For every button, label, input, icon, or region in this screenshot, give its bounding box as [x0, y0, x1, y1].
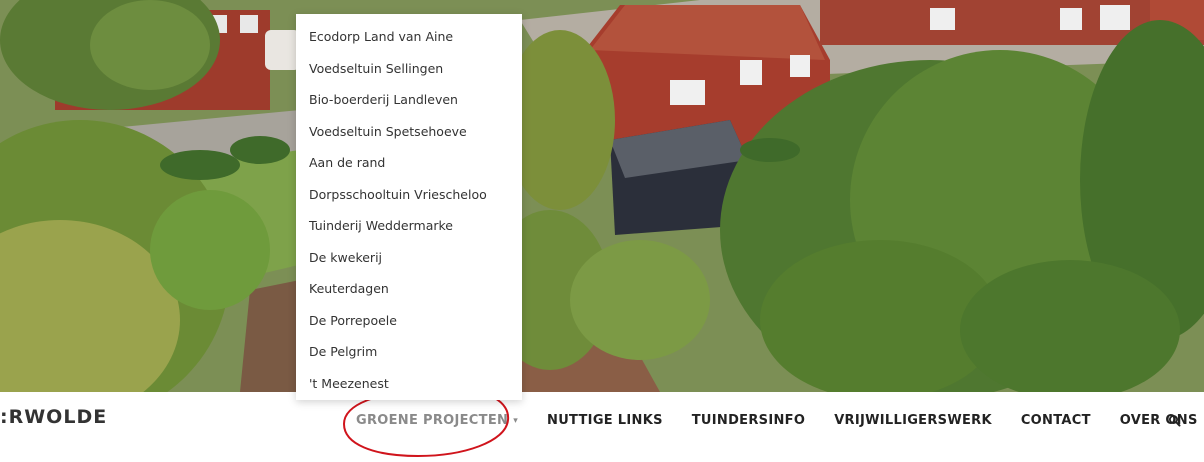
dropdown-item[interactable]: De Porrepoele — [296, 305, 522, 337]
nav-item-label: OVER ONS — [1119, 413, 1198, 428]
dropdown-item[interactable]: Voedseltuin Spetsehoeve — [296, 116, 522, 148]
nav-item-vrijwilligerswerk[interactable]: VRIJWILLIGERSWERK — [834, 413, 992, 428]
dropdown-item[interactable]: 't Meezenest — [296, 368, 522, 400]
dropdown-item[interactable]: Aan de rand — [296, 147, 522, 179]
hero-aerial-photo — [0, 0, 1204, 392]
nav-item-over-ons[interactable]: OVER ONS — [1120, 413, 1198, 428]
dropdown-item[interactable]: De Pelgrim — [296, 336, 522, 368]
dropdown-item[interactable]: Keuterdagen — [296, 273, 522, 305]
main-menu: GROENE PROJECTEN ▾ NUTTIGE LINKS TUINDERS… — [356, 413, 1204, 428]
nav-item-label: VRIJWILLIGERSWERK — [834, 413, 992, 428]
dropdown-item[interactable]: De kwekerij — [296, 242, 522, 274]
dropdown-item[interactable]: Dorpsschooltuin Vriescheloo — [296, 179, 522, 211]
dropdown-item[interactable]: Bio-boerderij Landleven — [296, 84, 522, 116]
search-icon[interactable] — [1168, 414, 1182, 428]
main-navbar: :RWOLDE GROENE PROJECTEN ▾ NUTTIGE LINKS … — [0, 392, 1204, 462]
dropdown-item[interactable]: Voedseltuin Sellingen — [296, 53, 522, 85]
nav-item-label: GROENE PROJECTEN — [356, 413, 509, 428]
nav-item-nuttige-links[interactable]: NUTTIGE LINKS — [547, 413, 663, 428]
hero-photo-illustration — [0, 0, 1204, 392]
page: :RWOLDE GROENE PROJECTEN ▾ NUTTIGE LINKS … — [0, 0, 1204, 462]
nav-item-label: NUTTIGE LINKS — [547, 413, 663, 428]
nav-item-tuindersinfo[interactable]: TUINDERSINFO — [692, 413, 805, 428]
nav-item-label: CONTACT — [1020, 413, 1091, 428]
chevron-down-icon: ▾ — [513, 416, 519, 426]
dropdown-item[interactable]: Ecodorp Land van Aine — [296, 21, 522, 53]
nav-item-groene-projecten[interactable]: GROENE PROJECTEN ▾ — [356, 413, 518, 428]
dropdown-item[interactable]: Tuinderij Weddermarke — [296, 210, 522, 242]
nav-item-contact[interactable]: CONTACT — [1021, 413, 1091, 428]
site-name[interactable]: :RWOLDE — [0, 406, 107, 428]
nav-item-label: TUINDERSINFO — [691, 413, 806, 428]
groene-projecten-dropdown: Ecodorp Land van Aine Voedseltuin Sellin… — [296, 14, 522, 400]
